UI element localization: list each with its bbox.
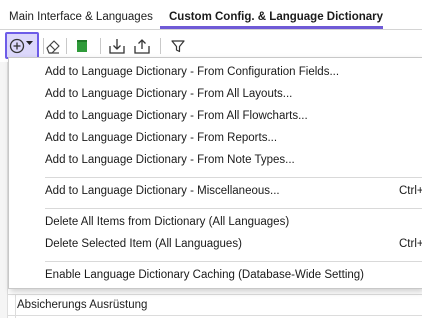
green-square-button[interactable] [71, 35, 93, 57]
menu-item-label: Delete Selected Item (All Languagues) [45, 238, 242, 250]
add-dropdown-button[interactable] [5, 32, 39, 59]
export-icon [134, 39, 150, 54]
column-divider [15, 294, 16, 318]
menu-item-label: Enable Language Dictionary Caching (Data… [45, 269, 364, 281]
menu-item-label: Add to Language Dictionary - From Config… [45, 66, 340, 78]
menu-item-shortcut: Ctrl+ [399, 238, 422, 250]
export-button[interactable] [131, 35, 153, 57]
menu-item-label: Add to Language Dictionary - From All Fl… [45, 110, 308, 122]
add-dictionary-menu: Add to Language Dictionary - From Config… [8, 57, 422, 289]
menu-item-delete-all-items[interactable]: Delete All Items from Dictionary (All La… [9, 213, 422, 234]
menu-item-miscellaneous[interactable]: Add to Language Dictionary - Miscellaneo… [9, 182, 422, 203]
table-cell: Absicherungs Ausrüstung [17, 299, 148, 311]
menu-item-label: Delete All Items from Dictionary (All La… [45, 216, 290, 228]
menu-item-from-reports[interactable]: Add to Language Dictionary - From Report… [9, 129, 422, 150]
eraser-icon [46, 40, 60, 54]
menu-item-from-all-layouts[interactable]: Add to Language Dictionary - From All La… [9, 85, 422, 106]
toolbar-divider [66, 38, 67, 54]
table-row[interactable]: Absicherungs Ausrüstung [8, 294, 422, 316]
eraser-button[interactable] [42, 35, 64, 57]
menu-item-label: Add to Language Dictionary - From Report… [45, 132, 278, 144]
tab-strip: Main Interface & Languages Custom Config… [0, 0, 422, 30]
green-square-icon [77, 40, 87, 52]
menu-item-label: Add to Language Dictionary - From Note T… [45, 154, 295, 166]
tab-main-interface-languages[interactable]: Main Interface & Languages [9, 10, 153, 28]
menu-item-from-note-types[interactable]: Add to Language Dictionary - From Note T… [9, 151, 422, 172]
menu-item-from-all-flowcharts[interactable]: Add to Language Dictionary - From All Fl… [9, 107, 422, 128]
toolbar-divider [160, 38, 161, 54]
menu-separator [45, 261, 422, 262]
import-icon [109, 39, 125, 54]
menu-item-enable-caching[interactable]: Enable Language Dictionary Caching (Data… [9, 266, 422, 287]
menu-item-label: Add to Language Dictionary - Miscellaneo… [45, 185, 280, 197]
menu-item-delete-selected-item[interactable]: Delete Selected Item (All Languagues) Ct… [9, 235, 422, 256]
add-dropdown-icon [9, 38, 33, 53]
menu-separator [45, 177, 422, 178]
menu-item-label: Add to Language Dictionary - From All La… [45, 88, 293, 100]
import-button[interactable] [106, 35, 128, 57]
menu-item-from-configuration-fields[interactable]: Add to Language Dictionary - From Config… [9, 63, 422, 84]
menu-item-shortcut: Ctrl+ [399, 185, 422, 197]
filter-icon [171, 40, 185, 53]
row-header-column [0, 62, 8, 318]
toolbar-divider [100, 38, 101, 54]
menu-separator [45, 208, 422, 209]
filter-button[interactable] [167, 35, 189, 57]
